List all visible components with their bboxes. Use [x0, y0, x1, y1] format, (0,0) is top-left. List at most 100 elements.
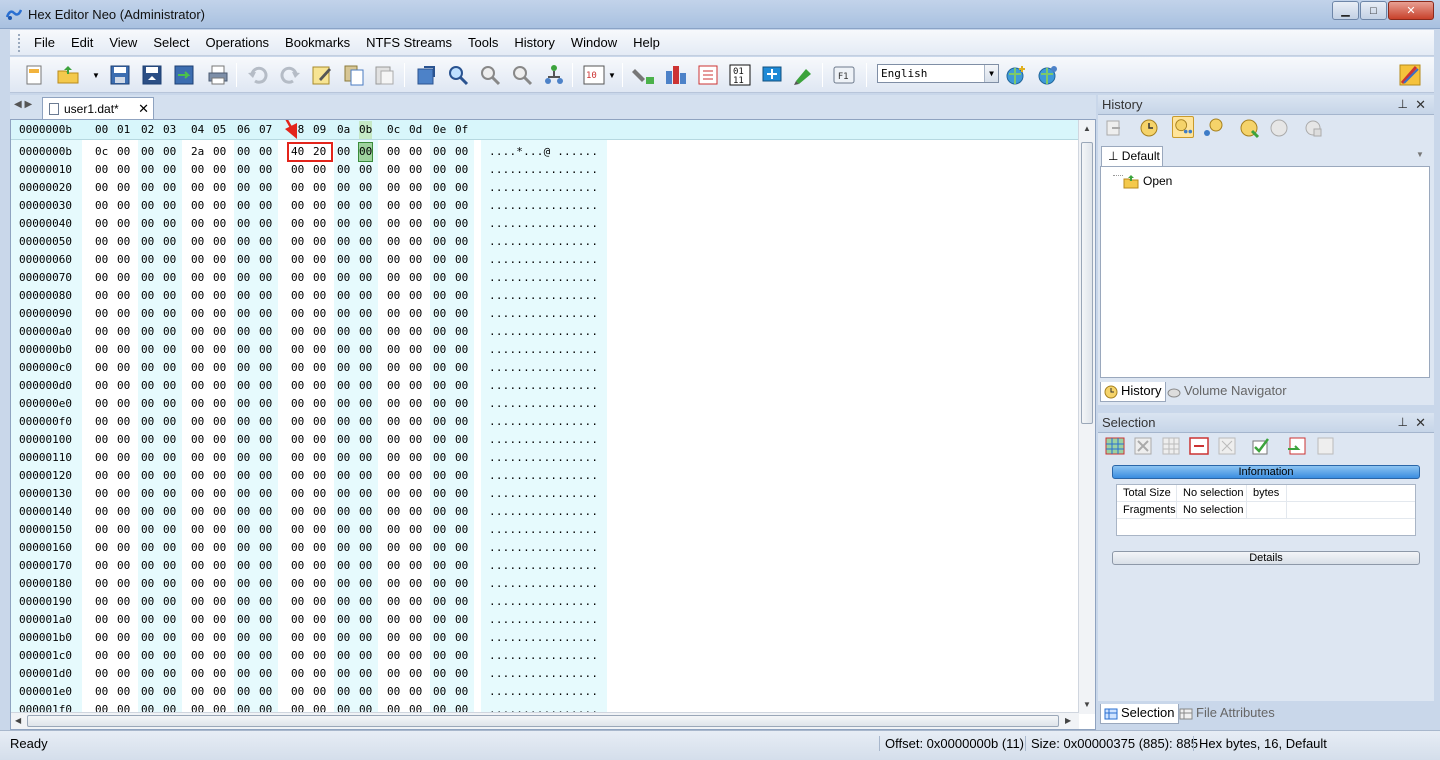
hex-byte[interactable]: 00	[291, 161, 304, 179]
hex-byte[interactable]: 00	[291, 485, 304, 503]
hex-byte[interactable]: 00	[387, 305, 400, 323]
hex-byte[interactable]: 00	[313, 233, 326, 251]
hex-byte[interactable]: 00	[337, 233, 350, 251]
hex-byte[interactable]: 00	[337, 269, 350, 287]
ascii-row[interactable]: ................	[489, 359, 598, 377]
select-multi-icon[interactable]	[1216, 435, 1238, 457]
history-back-icon[interactable]	[1104, 117, 1126, 139]
hex-byte[interactable]: 00	[455, 215, 468, 233]
hex-byte[interactable]: 00	[455, 341, 468, 359]
hex-byte[interactable]: 00	[191, 359, 204, 377]
hex-byte[interactable]: 00	[409, 593, 422, 611]
ascii-row[interactable]: ................	[489, 575, 598, 593]
hex-byte[interactable]: 00	[191, 449, 204, 467]
hex-byte[interactable]: 00	[191, 629, 204, 647]
hex-byte[interactable]: 00	[313, 683, 326, 701]
hex-byte[interactable]: 00	[337, 521, 350, 539]
select-grid-icon[interactable]	[1104, 435, 1126, 457]
hex-byte[interactable]: 00	[337, 377, 350, 395]
hex-byte[interactable]: 00	[337, 647, 350, 665]
hex-byte[interactable]: 00	[433, 503, 446, 521]
hex-byte[interactable]: 00	[387, 539, 400, 557]
hex-byte[interactable]: 00	[95, 161, 108, 179]
hex-byte[interactable]: 00	[291, 449, 304, 467]
hex-byte[interactable]: 00	[191, 377, 204, 395]
scroll-right-icon[interactable]: ▶	[1065, 716, 1071, 725]
hex-byte[interactable]: 00	[141, 323, 154, 341]
hex-byte[interactable]: 00	[163, 197, 176, 215]
hex-byte[interactable]: 00	[163, 161, 176, 179]
ascii-row[interactable]: ................	[489, 647, 598, 665]
hex-byte[interactable]: 00	[163, 251, 176, 269]
hex-byte[interactable]: 00	[191, 557, 204, 575]
hex-byte[interactable]: 00	[117, 359, 130, 377]
hex-byte[interactable]: 00	[337, 665, 350, 683]
tab-history[interactable]: History	[1100, 382, 1167, 402]
hex-byte[interactable]: 00	[291, 251, 304, 269]
hex-byte[interactable]: 00	[359, 431, 372, 449]
hex-byte[interactable]: 00	[291, 197, 304, 215]
hex-byte[interactable]: 00	[409, 359, 422, 377]
hex-byte[interactable]: 00	[359, 449, 372, 467]
hex-byte[interactable]: 00	[433, 647, 446, 665]
hex-byte[interactable]: 00	[141, 143, 154, 161]
hex-byte[interactable]: 00	[237, 593, 250, 611]
hex-byte[interactable]: 00	[163, 143, 176, 161]
hex-byte[interactable]: 00	[117, 251, 130, 269]
hex-byte[interactable]: 00	[237, 179, 250, 197]
pin-icon[interactable]: ⊥	[1398, 413, 1408, 432]
hex-byte[interactable]: 00	[163, 449, 176, 467]
hex-byte[interactable]: 00	[259, 377, 272, 395]
hex-byte[interactable]: 00	[259, 503, 272, 521]
hex-byte[interactable]: 00	[409, 215, 422, 233]
hex-byte[interactable]: 00	[291, 179, 304, 197]
hex-byte[interactable]: 00	[213, 665, 226, 683]
hex-byte[interactable]: 00	[213, 611, 226, 629]
hex-byte[interactable]: 00	[359, 413, 372, 431]
hex-byte[interactable]: 00	[359, 665, 372, 683]
hex-byte[interactable]: 00	[313, 161, 326, 179]
hex-byte[interactable]: 00	[337, 431, 350, 449]
hex-byte[interactable]: 00	[163, 431, 176, 449]
hex-byte[interactable]: 00	[409, 161, 422, 179]
hex-byte[interactable]: 00	[237, 413, 250, 431]
hex-byte[interactable]: 00	[163, 395, 176, 413]
hex-byte[interactable]: 00	[259, 179, 272, 197]
hex-byte[interactable]: 00	[455, 521, 468, 539]
hex-byte[interactable]: 00	[337, 305, 350, 323]
hex-byte[interactable]: 00	[409, 233, 422, 251]
history-view-icon[interactable]	[1172, 116, 1194, 138]
hex-byte[interactable]: 00	[455, 629, 468, 647]
hex-byte[interactable]: 00	[359, 323, 372, 341]
hex-byte[interactable]: 00	[313, 287, 326, 305]
hex-byte[interactable]: 00	[433, 341, 446, 359]
fullscreen-icon[interactable]	[760, 63, 784, 87]
hex-byte[interactable]: 00	[191, 395, 204, 413]
select-check-icon[interactable]	[1250, 435, 1272, 457]
hex-byte[interactable]: 00	[359, 683, 372, 701]
hex-byte[interactable]: 00	[213, 377, 226, 395]
hex-byte[interactable]: 00	[291, 611, 304, 629]
hex-byte[interactable]: 00	[455, 359, 468, 377]
hex-byte[interactable]: 00	[259, 449, 272, 467]
hex-byte[interactable]: 00	[95, 665, 108, 683]
hex-byte[interactable]: 00	[117, 539, 130, 557]
hex-byte[interactable]: 00	[291, 665, 304, 683]
hex-byte[interactable]: 00	[117, 395, 130, 413]
hex-byte[interactable]: 00	[409, 143, 422, 161]
hex-byte[interactable]: 00	[455, 179, 468, 197]
hex-byte[interactable]: 00	[433, 323, 446, 341]
hex-byte[interactable]: 00	[259, 539, 272, 557]
hex-byte[interactable]: 00	[259, 413, 272, 431]
hex-byte[interactable]: 00	[455, 503, 468, 521]
ascii-row[interactable]: ................	[489, 665, 598, 683]
menu-file[interactable]: File	[26, 35, 63, 50]
hex-byte[interactable]: 00	[409, 449, 422, 467]
hex-byte[interactable]: 00	[313, 557, 326, 575]
hex-byte[interactable]: 00	[117, 413, 130, 431]
ascii-row[interactable]: ................	[489, 341, 598, 359]
hex-byte[interactable]: 00	[163, 413, 176, 431]
hex-byte[interactable]: 00	[117, 215, 130, 233]
hex-byte[interactable]: 00	[95, 503, 108, 521]
hex-byte[interactable]: 00	[191, 539, 204, 557]
